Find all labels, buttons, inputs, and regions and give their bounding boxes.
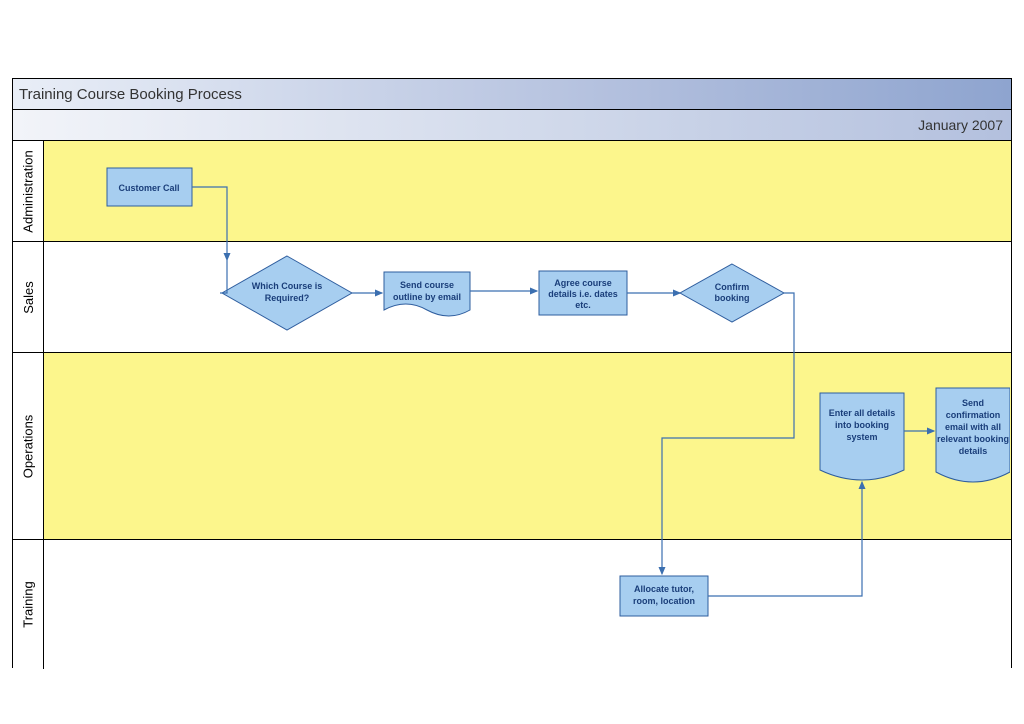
swimlane-diagram: Training Course Booking Process January … [0,0,1024,724]
lane-label-text: Training [21,581,36,627]
title-bar: Training Course Booking Process [13,79,1011,110]
lane-label: Operations [13,353,44,539]
diagram-date: January 2007 [918,117,1003,133]
lane-label: Sales [13,242,44,352]
diagram-frame: Training Course Booking Process January … [12,78,1012,668]
lanes: Administration Sales Operations Training [13,141,1011,669]
lane-body [44,353,1011,539]
date-bar: January 2007 [13,110,1011,141]
lane-body [44,141,1011,241]
lane-sales: Sales [13,242,1011,353]
lane-label: Training [13,540,44,669]
lane-label-text: Operations [21,414,36,478]
lane-label: Administration [13,141,44,241]
lane-label-text: Administration [21,150,36,232]
diagram-title: Training Course Booking Process [19,86,242,103]
lane-training: Training [13,540,1011,669]
lane-administration: Administration [13,141,1011,242]
lane-operations: Operations [13,353,1011,540]
lane-body [44,540,1011,669]
lane-label-text: Sales [21,281,36,314]
lane-body [44,242,1011,352]
